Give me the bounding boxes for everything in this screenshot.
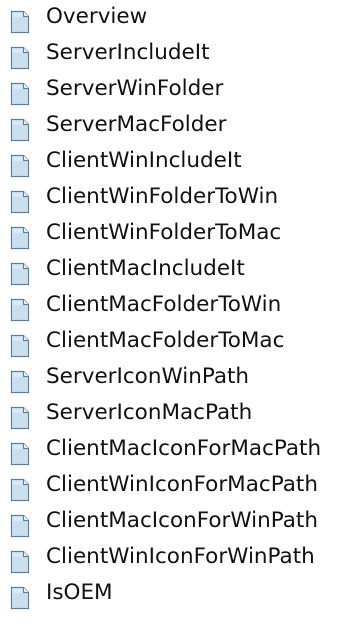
document-icon bbox=[8, 226, 32, 250]
tree-item-label: ClientMacFolderToWin bbox=[46, 292, 282, 317]
tree-item-label: ClientMacIncludeIt bbox=[46, 256, 245, 281]
tree-item-serverwinfolder[interactable]: ServerWinFolder bbox=[0, 72, 235, 108]
tree-item-label: ClientWinIconForWinPath bbox=[46, 544, 315, 569]
document-icon bbox=[8, 118, 32, 142]
tree-item-label: ClientWinFolderToMac bbox=[46, 220, 282, 245]
tree-item-servermacfolder[interactable]: ServerMacFolder bbox=[0, 108, 235, 144]
document-icon bbox=[8, 46, 32, 70]
tree-item-clientwinincludeit[interactable]: ClientWinIncludeIt bbox=[0, 144, 270, 180]
document-icon bbox=[8, 370, 32, 394]
tree-item-clientwiniconformacpath[interactable]: ClientWinIconForMacPath bbox=[0, 468, 350, 504]
document-icon bbox=[8, 82, 32, 106]
tree-item-label: ClientMacIconForWinPath bbox=[46, 508, 318, 533]
tree-item-clientmaciconformacpath[interactable]: ClientMacIconForMacPath bbox=[0, 432, 350, 468]
tree-item-clientmacfoldertowin[interactable]: ClientMacFolderToWin bbox=[0, 288, 310, 324]
document-icon bbox=[8, 586, 32, 610]
document-icon bbox=[8, 154, 32, 178]
topic-tree: Overview ServerIncludeIt ServerWinFolder… bbox=[0, 0, 355, 624]
document-icon bbox=[8, 478, 32, 502]
tree-item-label: ServerIncludeIt bbox=[46, 40, 210, 65]
tree-item-label: ServerMacFolder bbox=[46, 112, 227, 137]
tree-item-clientwinfoldertomac[interactable]: ClientWinFolderToMac bbox=[0, 216, 310, 252]
tree-item-isoem[interactable]: IsOEM bbox=[0, 576, 130, 612]
document-icon bbox=[8, 406, 32, 430]
document-icon bbox=[8, 514, 32, 538]
tree-item-clientmacfoldertomac[interactable]: ClientMacFolderToMac bbox=[0, 324, 310, 360]
tree-item-serverincludeit[interactable]: ServerIncludeIt bbox=[0, 36, 230, 72]
tree-item-label: ClientWinFolderToWin bbox=[46, 184, 279, 209]
tree-item-clientmacincludeit[interactable]: ClientMacIncludeIt bbox=[0, 252, 270, 288]
document-icon bbox=[8, 298, 32, 322]
tree-item-servericonmacpath[interactable]: ServerIconMacPath bbox=[0, 396, 270, 432]
tree-item-clientmaciconforwinpath[interactable]: ClientMacIconForWinPath bbox=[0, 504, 350, 540]
document-icon bbox=[8, 550, 32, 574]
tree-item-label: ServerIconMacPath bbox=[46, 400, 253, 425]
tree-item-clientwinfoldertowin[interactable]: ClientWinFolderToWin bbox=[0, 180, 310, 216]
tree-item-label: ClientWinIncludeIt bbox=[46, 148, 242, 173]
document-icon bbox=[8, 190, 32, 214]
tree-item-label: IsOEM bbox=[46, 580, 113, 605]
document-icon bbox=[8, 334, 32, 358]
document-icon bbox=[8, 442, 32, 466]
tree-item-label: ClientMacFolderToMac bbox=[46, 328, 285, 353]
tree-item-label: ClientMacIconForMacPath bbox=[46, 436, 322, 461]
tree-item-label: ClientWinIconForMacPath bbox=[46, 472, 318, 497]
document-icon bbox=[8, 10, 32, 34]
tree-item-label: ServerIconWinPath bbox=[46, 364, 250, 389]
tree-item-clientwiniconforwinpath[interactable]: ClientWinIconForWinPath bbox=[0, 540, 350, 576]
tree-item-overview[interactable]: Overview bbox=[0, 0, 160, 36]
tree-item-label: ServerWinFolder bbox=[46, 76, 224, 101]
tree-item-servericonwinpath[interactable]: ServerIconWinPath bbox=[0, 360, 270, 396]
document-icon bbox=[8, 262, 32, 286]
tree-item-label: Overview bbox=[46, 4, 148, 29]
